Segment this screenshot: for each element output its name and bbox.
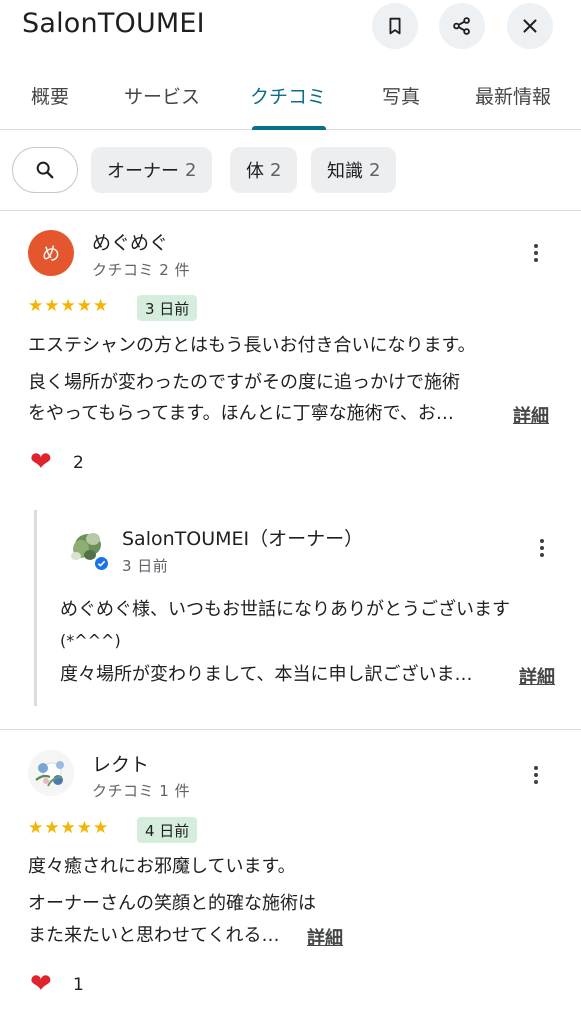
reply-text-line: (*^^^) bbox=[60, 631, 121, 650]
reply-more-link[interactable]: 詳細 bbox=[519, 663, 555, 689]
owner-name: SalonTOUMEI（オーナー） bbox=[122, 528, 364, 550]
more-options-icon[interactable] bbox=[524, 761, 548, 789]
review-filter-bar: オーナー 2 体2 知識 2 bbox=[0, 131, 581, 211]
chip-label: 体 bbox=[246, 161, 264, 182]
place-title: SalonTOUMEI bbox=[22, 8, 205, 39]
chip-count: 2 bbox=[270, 159, 282, 181]
search-reviews-button[interactable] bbox=[12, 147, 78, 193]
like-count: 1 bbox=[73, 975, 84, 995]
tab-services[interactable]: サービス bbox=[124, 82, 200, 109]
chip-label: 知識 bbox=[327, 161, 363, 182]
review-divider bbox=[0, 729, 581, 730]
reply-text-line: めぐめぐ様、いつもお世話になりありがとうございます bbox=[60, 599, 510, 620]
chip-count: 2 bbox=[185, 159, 197, 181]
close-button[interactable] bbox=[507, 3, 553, 49]
close-icon bbox=[523, 19, 537, 33]
reviewer-review-count: クチコミ 1 件 bbox=[92, 782, 191, 800]
reply-more-options-icon[interactable] bbox=[530, 534, 554, 562]
bookmark-icon bbox=[389, 17, 401, 35]
reviewer-review-count: クチコミ 2 件 bbox=[92, 261, 191, 279]
tab-photos[interactable]: 写真 bbox=[382, 82, 420, 109]
review-text-line: をやってもらってます。ほんとに丁寧な施術で、お… bbox=[28, 403, 454, 424]
review-text-line: 度々癒されにお邪魔しています。 bbox=[28, 856, 296, 877]
reply-text-line: 度々場所が変わりまして、本当に申し訳ございま… bbox=[60, 664, 473, 685]
save-button[interactable] bbox=[372, 3, 418, 49]
heart-icon[interactable]: ❤ bbox=[30, 449, 52, 475]
review-more-link[interactable]: 詳細 bbox=[307, 924, 343, 950]
filter-chip-body[interactable]: 体2 bbox=[230, 147, 298, 193]
share-button[interactable] bbox=[439, 3, 485, 49]
reviewer-name[interactable]: めぐめぐ bbox=[92, 228, 168, 255]
filter-chip-owner[interactable]: オーナー 2 bbox=[91, 147, 213, 193]
reviewer-name[interactable]: レクト bbox=[92, 750, 149, 777]
star-rating: ★★★★★ bbox=[28, 818, 110, 838]
chip-count: 2 bbox=[369, 159, 381, 181]
heart-icon[interactable]: ❤ bbox=[30, 971, 52, 997]
reviewer-avatar[interactable]: め bbox=[28, 230, 74, 276]
tab-overview[interactable]: 概要 bbox=[31, 82, 69, 109]
flower-bouquet-icon bbox=[28, 750, 74, 796]
top-bar: SalonTOUMEI bbox=[0, 0, 581, 52]
review-time-badge: 4 日前 bbox=[137, 817, 198, 843]
active-tab-indicator bbox=[252, 126, 326, 130]
more-options-icon[interactable] bbox=[524, 239, 548, 267]
review-more-link[interactable]: 詳細 bbox=[513, 402, 549, 428]
review-text-line: エステシャンの方とはもう長いお付き合いになります。 bbox=[28, 335, 476, 356]
search-icon bbox=[36, 161, 54, 179]
share-icon bbox=[453, 17, 470, 35]
chip-label: オーナー bbox=[107, 161, 179, 182]
verified-badge-icon bbox=[93, 555, 110, 572]
like-count: 2 bbox=[73, 453, 84, 473]
review-time-badge: 3 日前 bbox=[137, 295, 198, 321]
review-text-line: オーナーさんの笑顔と的確な施術は bbox=[28, 893, 316, 914]
tab-bar: 概要 サービス クチコミ 写真 最新情報 bbox=[0, 68, 581, 130]
reviewer-avatar[interactable] bbox=[28, 750, 74, 796]
star-rating: ★★★★★ bbox=[28, 296, 110, 316]
filter-chip-knowledge[interactable]: 知識 2 bbox=[311, 147, 397, 193]
reply-time: 3 日前 bbox=[122, 557, 169, 575]
review-text-line: 良く場所が変わったのですがその度に追っかけで施術 bbox=[28, 372, 460, 393]
tab-reviews[interactable]: クチコミ bbox=[250, 82, 326, 109]
review-text-line: また来たいと思わせてくれる… bbox=[28, 925, 280, 946]
tab-updates[interactable]: 最新情報 bbox=[475, 82, 551, 109]
reply-indent-bar bbox=[34, 510, 37, 706]
